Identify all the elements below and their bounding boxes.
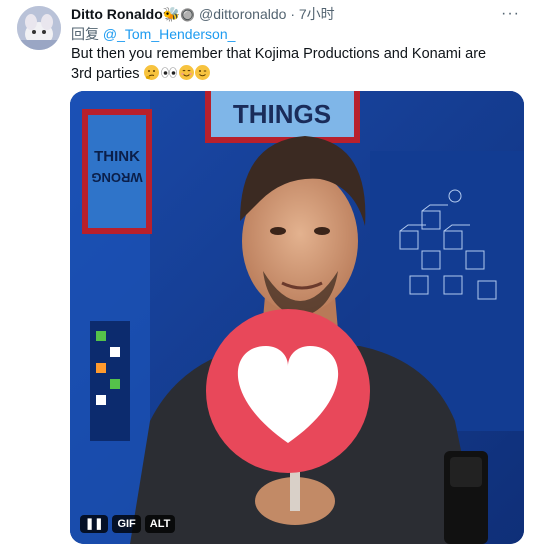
tweet-header: Ditto Ronaldo🐝🔘 @dittoronaldo · 7小时 xyxy=(71,5,335,24)
svg-text:WRONG: WRONG xyxy=(91,170,142,185)
bee-emoji-icon: 🐝 xyxy=(162,6,181,22)
gif-controls: ❚❚ GIF ALT xyxy=(80,515,176,533)
microphone xyxy=(444,451,488,544)
things-poster: THINGS xyxy=(205,91,360,143)
display-name[interactable]: Ditto Ronaldo xyxy=(71,6,163,22)
think-wrong-poster: THINK WRONG xyxy=(82,109,152,234)
winking-face-icon xyxy=(194,65,210,80)
handle[interactable]: @dittoronaldo xyxy=(199,6,286,22)
alt-text-button[interactable]: ALT xyxy=(144,515,176,533)
eyes-icon xyxy=(160,65,178,80)
tweet-text: But then you remember that Kojima Produc… xyxy=(71,44,511,84)
gif-badge: GIF xyxy=(112,515,141,533)
gif-media[interactable]: THINK WRONG THINGS xyxy=(70,91,524,544)
reply-context: 回复 @_Tom_Henderson_ xyxy=(71,25,235,43)
svg-text:THINGS: THINGS xyxy=(233,99,331,129)
timestamp[interactable]: 7小时 xyxy=(299,6,335,22)
pixel-panel xyxy=(90,321,130,441)
emblem-icon: 🔘 xyxy=(180,8,196,22)
thinking-face-icon xyxy=(143,65,159,80)
more-options-icon[interactable]: ··· xyxy=(501,5,520,23)
separator: · xyxy=(290,6,295,22)
avatar[interactable] xyxy=(17,6,61,50)
svg-text:THINK: THINK xyxy=(94,148,140,165)
smiling-face-icon xyxy=(178,65,194,80)
reply-mention-link[interactable]: @_Tom_Henderson_ xyxy=(103,26,236,42)
tweet: Ditto Ronaldo🐝🔘 @dittoronaldo · 7小时 ··· … xyxy=(0,0,534,551)
tweet-text-content: But then you remember that Kojima Produc… xyxy=(71,46,487,82)
reply-prefix: 回复 xyxy=(71,26,99,42)
pause-button[interactable]: ❚❚ xyxy=(80,515,109,533)
